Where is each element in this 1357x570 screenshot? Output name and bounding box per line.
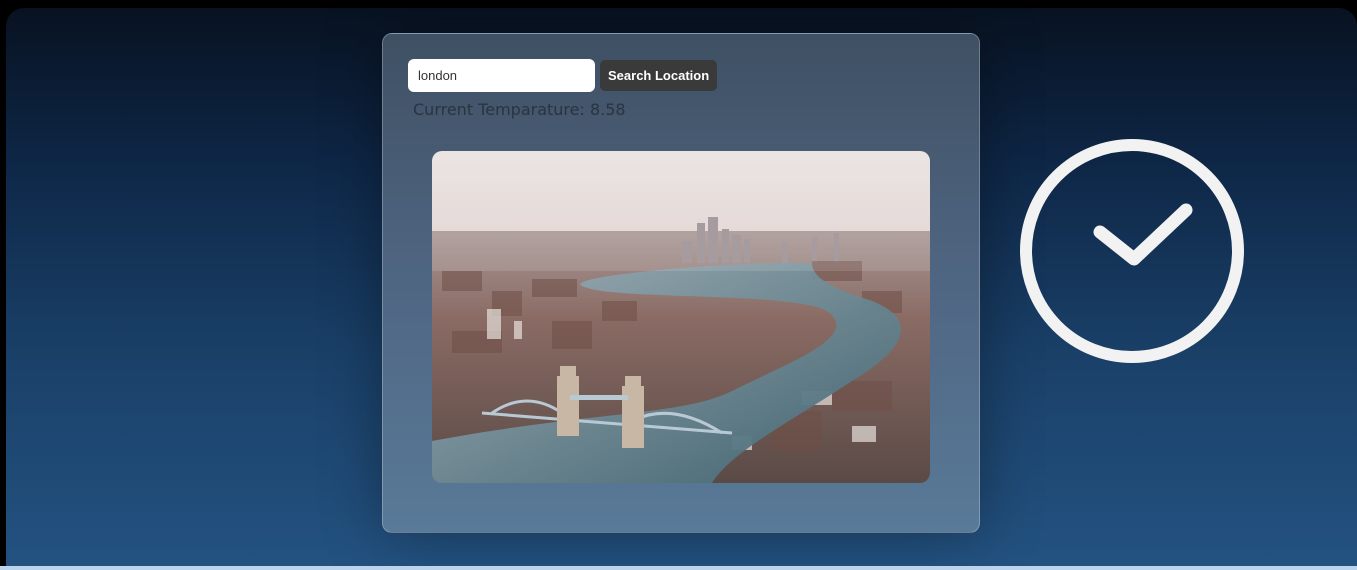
search-location-button[interactable]: Search Location [600, 60, 718, 91]
weather-card: Search Location Current Temparature: 8.5… [382, 33, 980, 533]
city-photo [432, 151, 930, 483]
search-input[interactable] [408, 59, 595, 92]
search-bar: Search Location [408, 59, 718, 92]
check-circle-icon [1014, 135, 1254, 375]
current-temperature-label: Current Temparature: 8.58 [413, 100, 626, 119]
app-container: Search Location Current Temparature: 8.5… [6, 8, 1357, 567]
bottom-strip [0, 566, 1357, 570]
